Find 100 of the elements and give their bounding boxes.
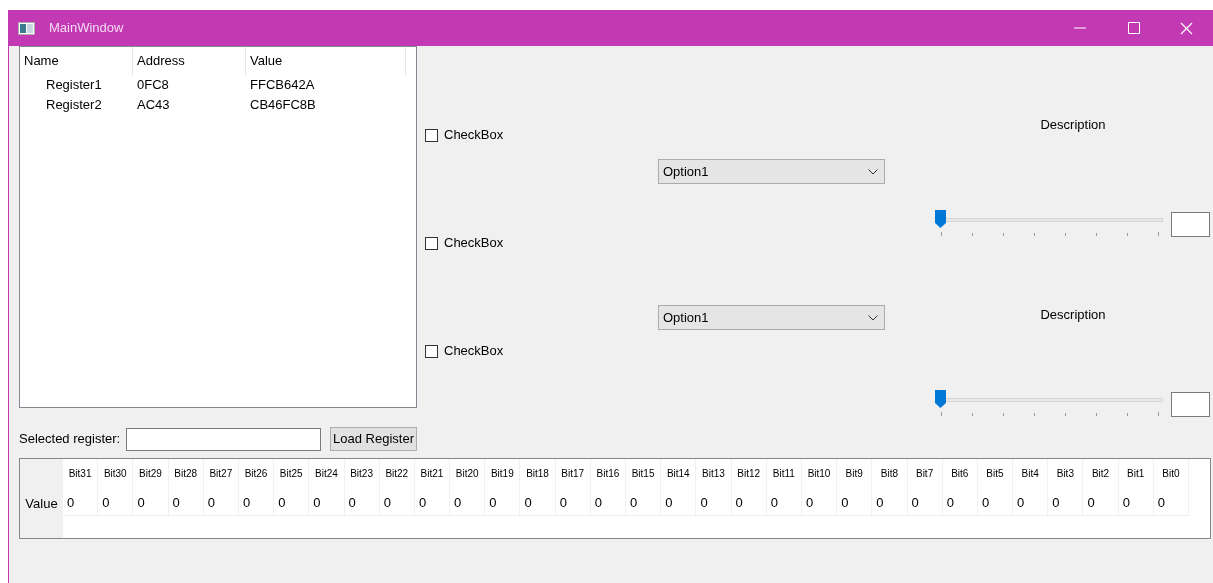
column-header: Bit29 [139,466,162,481]
table-cell-text: 0 [1087,494,1095,513]
close-icon [1179,21,1193,35]
column-header: Bit15 [631,466,655,481]
column-header: Bit23 [350,466,373,481]
column-header: Bit12 [737,466,761,481]
table-cell-text: 0 [841,494,849,513]
column-header: Bit8 [880,466,898,481]
tree-cell-text: 0FC8 [136,76,170,95]
column-header: Bit16 [596,466,620,481]
table-cell-text: 0 [383,494,391,513]
column-header[interactable]: Address [133,47,246,75]
table-cell-text: 0 [313,494,321,513]
column-header: Bit20 [455,466,479,481]
checkbox-label[interactable]: CheckBox [444,341,504,361]
column-header: Bit25 [279,466,303,481]
table-cell-text: 0 [981,494,990,513]
table-cell-text: 0 [1157,494,1166,513]
column-header: Bit19 [490,466,514,481]
table-cell-text: 0 [594,494,603,513]
description-label: Description [1039,306,1107,324]
table-cell-text: 0 [67,494,75,513]
checkbox[interactable] [425,128,438,142]
tree-cell[interactable]: Register1 [20,75,133,95]
slider[interactable] [935,212,1163,237]
table-cell-text: 0 [735,494,743,513]
column-header: Bit7 [915,466,934,481]
column-header: Bit13 [702,466,725,481]
checkbox-label[interactable]: CheckBox [444,125,504,145]
column-header: Bit10 [807,466,831,481]
table-cell-text: 0 [700,494,708,513]
table-cell-text: 0 [102,494,110,513]
checkbox-label[interactable]: CheckBox [444,233,504,253]
column-header: Bit9 [845,466,863,481]
checkbox[interactable] [425,236,438,250]
table-cell-text: 0 [805,494,814,513]
column-header: Bit4 [1021,466,1039,481]
slider-thumb[interactable] [935,390,946,408]
table-cell-text: 0 [454,494,462,513]
maximize-icon [1128,22,1140,34]
table-cell-text: 0 [770,494,778,513]
table-cell-text: 0 [946,494,954,513]
field-label: Selected register: [19,430,122,449]
register-tree[interactable]: Name Address Value Register1 0FC8 FFCB642A Register2 AC43 CB46FC8B [19,46,417,408]
column-header: Bit2 [1091,466,1110,481]
value-field[interactable] [1171,212,1210,237]
row-header: Value [20,487,63,516]
column-header: Bit22 [385,466,409,481]
chevron-down-icon [868,314,878,321]
column-header: Bit14 [666,466,690,481]
table-cell-text: 0 [524,494,532,513]
tree-cell-text: AC43 [136,96,171,115]
load-register-button[interactable]: Load Register [330,427,417,451]
window-title: MainWindow [49,19,124,38]
column-header: Bit3 [1056,466,1074,481]
column-header: Bit31 [68,466,92,481]
table-cell-text: 0 [489,494,497,513]
table-cell-text: 0 [207,494,215,513]
description-label: Description [1039,116,1107,134]
slider-thumb[interactable] [935,210,946,228]
column-header: Bit11 [772,466,795,481]
column-header: Bit18 [526,466,549,481]
table-cell-text: 0 [278,494,286,513]
table-cell-text: 0 [911,494,919,513]
tree-cell-text: CB46FC8B [249,96,317,115]
window-icon [18,21,35,35]
tree-cell[interactable]: Register2 [20,95,133,115]
table-cell-text: 0 [418,494,427,513]
value-field[interactable] [1171,392,1210,417]
column-header[interactable]: Name [20,47,133,75]
table-cell-text: 0 [630,494,638,513]
table-cell-text: 0 [172,494,180,513]
column-header[interactable]: Value [246,47,406,75]
slider[interactable] [935,392,1163,417]
column-header: Bit6 [951,466,969,481]
checkbox[interactable] [425,344,438,358]
table-cell-text: 0 [242,494,251,513]
register-input[interactable] [126,427,321,451]
table-cell-text: 0 [137,494,145,513]
column-header: Bit28 [174,466,198,481]
table-cell-text: 0 [559,494,567,513]
table-cell-text: 0 [1052,494,1060,513]
dropdown[interactable]: Option1 [658,305,885,330]
tree-cell-text: FFCB642A [249,76,316,95]
table-cell-text: 0 [876,494,884,513]
column-header: Bit21 [420,466,444,481]
column-header: Bit1 [1127,466,1145,481]
column-header: Bit30 [103,466,127,481]
column-header: Bit27 [209,466,233,481]
column-header: Bit0 [1162,466,1180,481]
column-header: Bit5 [986,466,1004,481]
table-cell-text: 0 [1017,494,1025,513]
minimize-icon [1074,27,1086,29]
dropdown[interactable]: Option1 [658,159,885,184]
chevron-down-icon [868,168,878,175]
table-cell-text: 0 [665,494,673,513]
table-cell-text: 0 [1122,494,1130,513]
table-cell-text: 0 [348,494,356,513]
column-header: Bit26 [244,466,268,481]
column-header: Bit24 [315,466,338,481]
